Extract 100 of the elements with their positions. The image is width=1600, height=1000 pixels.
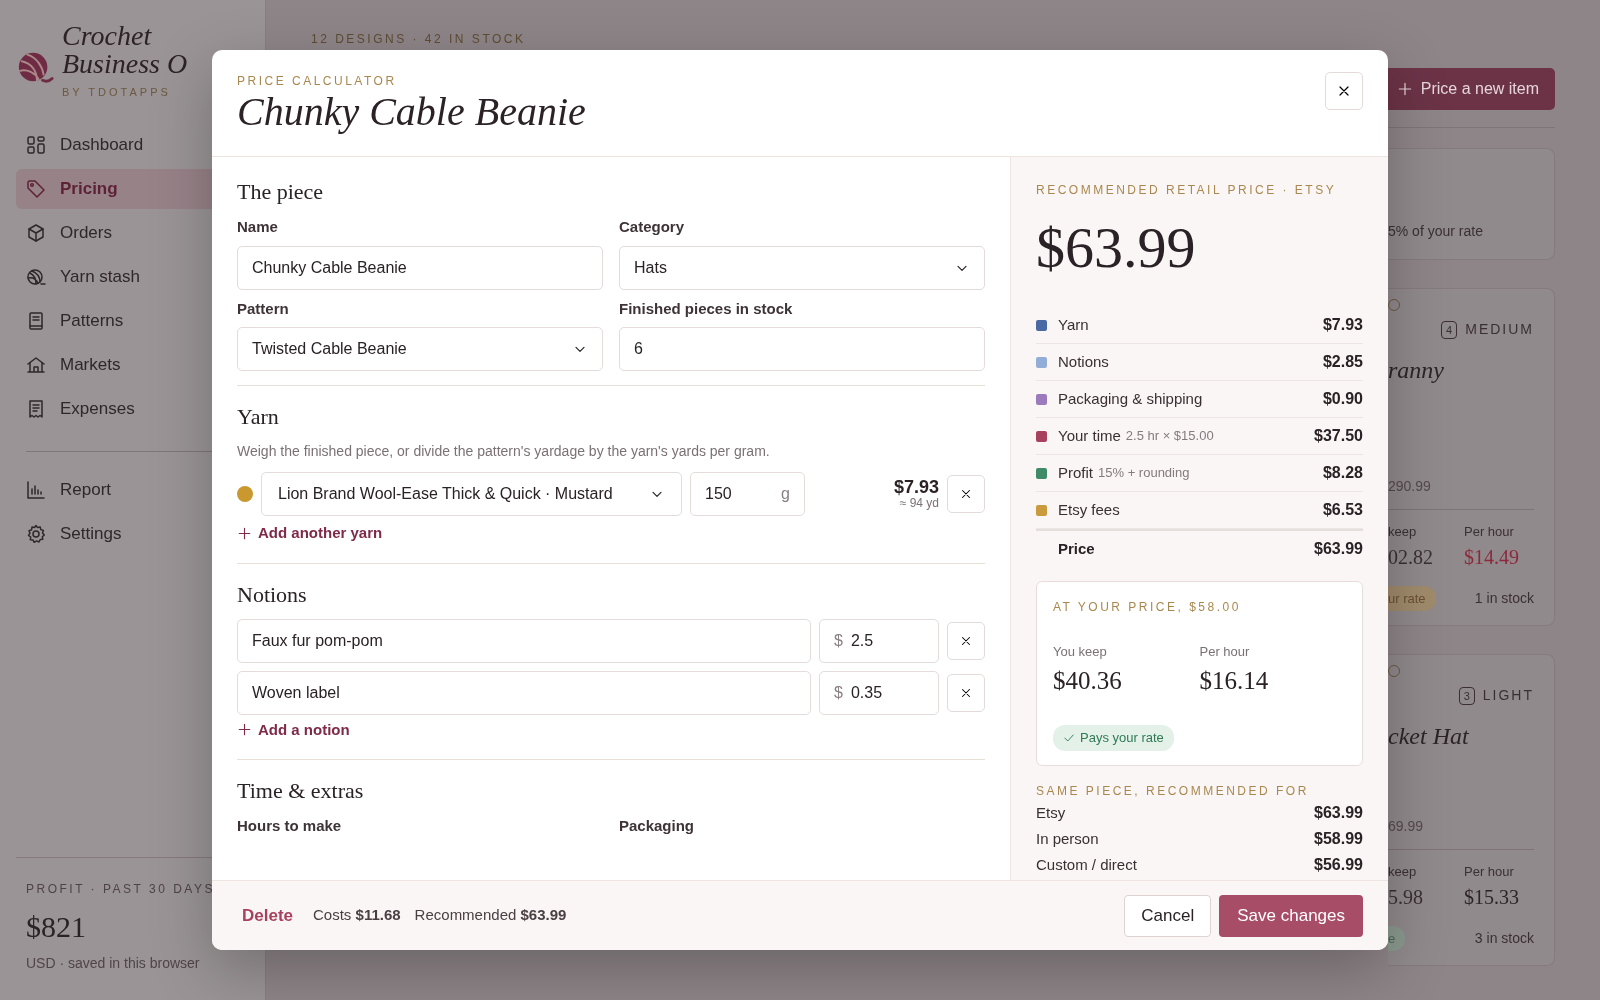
design-title: ranny	[1388, 356, 1445, 385]
close-button[interactable]	[1325, 72, 1363, 110]
channel-amount: $58.99	[1314, 828, 1363, 849]
text-field[interactable]: Chunky Cable Beanie	[237, 245, 603, 290]
breakdown-label: Profit	[1058, 462, 1093, 483]
section-heading: Yarn	[237, 403, 280, 431]
stat-label: Per hour	[1199, 643, 1251, 661]
storefront-icon	[26, 354, 46, 375]
breakdown-detail: 15% + rounding	[1098, 464, 1190, 483]
select-field[interactable]: Twisted Cable Beanie	[237, 327, 603, 371]
dialog-eyebrow: PRICE CALCULATOR	[237, 73, 398, 90]
field-label: Packaging	[619, 816, 696, 836]
page-eyebrow: 12 DESIGNS · 42 IN STOCK	[311, 31, 526, 48]
yarn-cost: $7.93	[892, 478, 939, 498]
delete-button[interactable]: Delete	[242, 902, 294, 929]
breakdown-amount: $7.93	[1322, 315, 1363, 335]
yarn-select[interactable]: Lion Brand Wool-Ease Thick & Quick · Mustard	[261, 472, 682, 516]
brand-name: Business O	[62, 50, 188, 78]
channel-amount: $63.99	[1314, 802, 1363, 823]
select-field[interactable]: Hats	[619, 245, 985, 290]
bar-chart-icon	[26, 479, 46, 500]
nav-item[interactable]: Report	[16, 469, 249, 510]
tag-icon	[26, 178, 46, 199]
save-button[interactable]: Save changes	[1219, 894, 1363, 937]
breakdown-amount: $37.50	[1314, 426, 1363, 446]
stock-count: 3 in stock	[1474, 928, 1534, 948]
dialog-title: Chunky Cable Beanie	[237, 90, 586, 134]
breakdown-amount: $0.90	[1322, 389, 1363, 409]
cancel-button[interactable]: Cancel	[1124, 894, 1212, 937]
design-price: 69.99	[1388, 817, 1425, 836]
notion-name-field[interactable]: Woven label	[237, 670, 811, 715]
yarn-weight-number: 3	[1458, 686, 1475, 705]
remove-button[interactable]	[947, 475, 985, 513]
yarn-hint: Weigh the finished piece, or divide the pattern's yardage by the yarn's yards per gram.	[237, 442, 771, 461]
field-label: Finished pieces in stock	[619, 298, 794, 319]
check-icon	[1063, 731, 1075, 744]
total-amount: $63.99	[1314, 539, 1363, 559]
close-icon	[959, 487, 973, 501]
add-notion-link[interactable]: Add a notion	[237, 718, 350, 741]
notion-price-field[interactable]: $ 0.35	[819, 670, 939, 715]
field-label: Name	[237, 217, 279, 237]
book-icon	[26, 310, 46, 331]
stat-value: $16.14	[1199, 665, 1270, 696]
plus-icon	[1396, 81, 1413, 97]
currency-label: $	[834, 682, 843, 703]
channel-amount: $56.99	[1314, 854, 1363, 875]
at-price-title: AT YOUR PRICE, $58.00	[1053, 599, 1242, 616]
breakdown-amount: $6.53	[1322, 500, 1363, 520]
recommended-price: $63.99	[1036, 219, 1197, 277]
field-label: Hours to make	[237, 816, 343, 836]
notion-name-field[interactable]: Faux fur pom-pom	[237, 618, 811, 663]
costs-summary: Costs $11.68	[313, 905, 401, 926]
stat-label: Per hour	[1464, 523, 1515, 541]
plus-icon	[237, 525, 252, 541]
remove-button[interactable]	[947, 673, 985, 712]
breakdown-label: Yarn	[1058, 314, 1089, 335]
unit-label: g	[781, 484, 790, 504]
stat-label: Per hour	[1464, 863, 1515, 881]
channel-label: Custom / direct	[1036, 854, 1137, 875]
recommended-summary: Recommended $63.99	[414, 905, 567, 926]
notion-price-input[interactable]: 2.5	[850, 628, 924, 653]
yarn-weight-label: LIGHT	[1482, 686, 1534, 705]
profit-value: $821	[26, 909, 87, 945]
receipt-icon	[26, 398, 46, 419]
section-heading: Time & extras	[237, 777, 365, 805]
stat-value: $14.49	[1464, 544, 1519, 570]
card-note: 5% of your rate	[1388, 222, 1484, 241]
notion-price-field[interactable]: $ 2.5	[819, 618, 939, 663]
stat-label: keep	[1388, 523, 1418, 541]
gear-icon	[26, 523, 46, 544]
grid-icon	[26, 134, 46, 155]
breakdown-amount: $2.85	[1322, 352, 1363, 372]
yarn-weight-number: 4	[1441, 320, 1458, 339]
design-title: cket Hat	[1388, 722, 1470, 751]
field-label: Pattern	[237, 298, 290, 319]
yarn-yardage: ≈ 94 yd	[898, 497, 939, 510]
yarn-weight-label: MEDIUM	[1465, 320, 1534, 339]
breakdown-detail: 2.5 hr × $15.00	[1125, 427, 1214, 446]
brand-byline: BY TDOTAPPS	[62, 85, 172, 100]
brand-name: Crochet	[62, 22, 153, 50]
grams-field[interactable]: 150 g	[690, 472, 805, 516]
text-field[interactable]: 6	[619, 327, 985, 371]
summary-eyebrow: RECOMMENDED RETAIL PRICE · ETSY	[1036, 182, 1338, 199]
breakdown-label: Notions	[1058, 351, 1109, 372]
profit-note: USD · saved in this browser	[26, 954, 201, 973]
plus-icon	[237, 722, 252, 738]
section-heading: Notions	[237, 580, 308, 609]
remove-button[interactable]	[947, 621, 985, 660]
total-label: Price	[1058, 538, 1095, 559]
yarn-ball-icon	[26, 266, 46, 287]
channel-label: In person	[1036, 828, 1099, 849]
breakdown-label: Your time	[1058, 425, 1121, 446]
grams-input[interactable]: 150	[705, 482, 782, 506]
stat-value: $15.33	[1464, 884, 1519, 910]
breakdown-amount: $8.28	[1322, 463, 1363, 483]
notion-price-input[interactable]: 0.35	[850, 680, 924, 705]
stat-value: $40.36	[1053, 665, 1123, 696]
stat-label: You keep	[1053, 643, 1108, 661]
stat-label: keep	[1388, 863, 1418, 881]
design-price: 290.99	[1388, 477, 1432, 496]
